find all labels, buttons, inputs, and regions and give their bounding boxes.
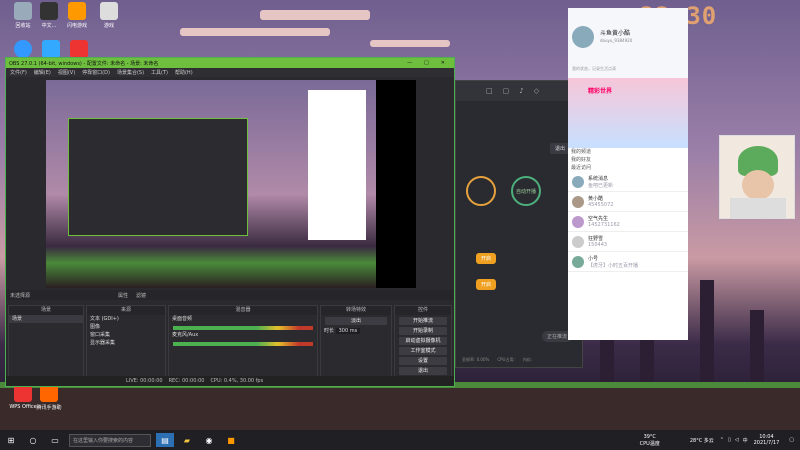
properties-button[interactable]: 属性 (118, 292, 128, 299)
source-item[interactable]: 图像 (87, 323, 165, 331)
menu-tools[interactable]: 工具(T) (151, 69, 168, 76)
drop-rate-stat: 丢帧率: 0.00% (462, 357, 490, 362)
duration-input[interactable]: 300 ms (335, 328, 361, 334)
studio-mode-button[interactable]: 工作室模式 (399, 347, 447, 355)
menu-help[interactable]: 帮助(H) (175, 69, 193, 76)
desktop: 22:30 回收站 中文... 闪电游戏 游戏 WPS Office 腾讯手游助… (0, 0, 800, 430)
cpu-stat: CPU占用: (497, 357, 515, 362)
scene-circle-b[interactable]: 自动开播 (511, 176, 541, 206)
app-icon[interactable]: ▤ (156, 433, 174, 447)
user-id: douyu_9384920 (600, 38, 633, 43)
share-icon[interactable]: ◇ (534, 87, 539, 95)
source-item[interactable]: 显示器采集 (87, 339, 165, 347)
transitions-panel: 转场特效 淡出 时长 300 ms (320, 305, 392, 379)
user-avatar[interactable] (572, 26, 594, 48)
notification-icon[interactable]: ▢ (789, 437, 794, 443)
scene-circle-a[interactable] (466, 176, 496, 206)
scene-item[interactable]: 场景 (9, 315, 83, 323)
menu-docks[interactable]: 停靠窗口(D) (82, 69, 110, 76)
taskbar-search-input[interactable]: 在这里输入你要搜索的内容 (69, 433, 151, 447)
cpu-temp: 39°C CPU温度 (639, 433, 660, 447)
volume-on-button[interactable]: 开启 (476, 253, 497, 264)
controls-panel: 控件 开始推流 开始录制 启动虚拟摄像机 工作室模式 设置 退出 (394, 305, 452, 379)
transition-select[interactable]: 淡出 (325, 317, 387, 325)
menu-view[interactable]: 视图(V) (58, 69, 75, 76)
sources-panel: 来源 文本 (GDI+) 图像 窗口采集 显示器采集 (86, 305, 166, 379)
volume-meter[interactable] (173, 326, 313, 330)
contact-item[interactable]: 小号 【虎牙】小时五百开播 (568, 252, 688, 272)
live-time: LIVE: 00:00:00 (126, 378, 163, 384)
ime-indicator[interactable]: 中 (743, 437, 748, 444)
obs-statusbar: LIVE: 00:00:00 REC: 00:00:00 CPU: 0.4%, … (6, 376, 454, 386)
windows-start-icon[interactable]: ⊞ (2, 433, 20, 447)
cortana-icon[interactable]: ○ (24, 433, 42, 447)
section-recent[interactable]: 最近访问 (568, 164, 688, 172)
scenes-panel: 场景 场景 (8, 305, 84, 379)
task-view-icon[interactable]: ▭ (46, 433, 64, 447)
exit-button[interactable]: 退出 (549, 143, 570, 154)
menu-file[interactable]: 文件(F) (10, 69, 27, 76)
mixer-track-name: 麦克风/Aux (172, 332, 199, 338)
mem-stat: 内存: (522, 357, 533, 362)
volume-icon[interactable]: ◁ (735, 437, 739, 443)
close-icon[interactable]: ✕ (435, 60, 451, 66)
cpu-fps: CPU: 0.4%, 30.00 fps (210, 378, 264, 384)
game-shortcut-icon[interactable]: 游戏 (88, 2, 130, 29)
game-taskbar-icon[interactable]: ■ (222, 433, 240, 447)
menu-scene-collection[interactable]: 场景集合(S) (117, 69, 144, 76)
virtual-camera-button[interactable]: 启动虚拟摄像机 (399, 337, 447, 345)
contact-item[interactable]: 狂野雪 150443 (568, 232, 688, 252)
contact-item[interactable]: 系统消息 鱼吧已更新 (568, 172, 688, 192)
section-channels[interactable]: 我的频道 (568, 148, 688, 156)
settings-button[interactable]: 设置 (399, 357, 447, 365)
weather-widget[interactable]: 28°C 多云 (690, 437, 714, 444)
mixer-track-name: 桌面音频 (172, 316, 193, 322)
obs-window: OBS 27.0.1 (64-bit, windows) - 配置文件: 未命名… (5, 57, 455, 387)
lock-icon[interactable]: ▢ (503, 87, 510, 95)
tray-chevron-icon[interactable]: ⌃ (720, 437, 724, 443)
streamer-tool-window: □ ▢ ♪ ◇ 退出 自动开播 开启 开启 正在推流 丢帧率: 0.00% CPU占用… (455, 80, 583, 368)
pixel-ground (0, 382, 800, 430)
maximize-icon[interactable]: □ (418, 60, 435, 66)
folder-icon[interactable]: ▰ (178, 433, 196, 447)
obs-titlebar[interactable]: OBS 27.0.1 (64-bit, windows) - 配置文件: 未命名… (6, 58, 454, 68)
start-recording-button[interactable]: 开始录制 (399, 327, 447, 335)
obs-taskbar-icon[interactable]: ◉ (200, 433, 218, 447)
volume-meter[interactable] (173, 342, 313, 346)
taskbar: ⊞ ○ ▭ 在这里输入你要搜索的内容 ▤ ▰ ◉ ■ 39°C CPU温度 28°… (0, 430, 800, 450)
source-item[interactable]: 窗口采集 (87, 331, 165, 339)
username: 斗鱼黄小酷 (600, 30, 631, 37)
status-text[interactable]: 我的状态，记录生活点滴 (572, 66, 616, 72)
chat-app-window: 斗鱼黄小酷 douyu_9384920 我的状态，记录生活点滴 精彩世界 我的频… (568, 8, 688, 340)
banner[interactable]: 精彩世界 (568, 78, 688, 148)
bell-icon[interactable]: ♪ (519, 87, 523, 95)
minimize-icon[interactable]: — (401, 60, 418, 66)
menu-edit[interactable]: 编辑(E) (34, 69, 51, 76)
no-source-label: 未选择源 (10, 292, 31, 299)
mixer-panel: 混音器 桌面音频 麦克风/Aux (168, 305, 318, 379)
obs-preview-canvas[interactable] (46, 80, 416, 288)
mic-on-button[interactable]: 开启 (476, 279, 497, 290)
network-icon[interactable]: ▯ (728, 437, 731, 443)
source-item[interactable]: 文本 (GDI+) (87, 315, 165, 323)
gift-icon[interactable]: □ (486, 87, 493, 95)
exit-obs-button[interactable]: 退出 (399, 367, 447, 375)
taskbar-clock[interactable]: 10:04 2021/7/17 (754, 434, 780, 446)
tencent-game-icon[interactable]: 腾讯手游助 (28, 384, 70, 411)
obs-menubar: 文件(F) 编辑(E) 视图(V) 停靠窗口(D) 场景集合(S) 工具(T) … (6, 68, 454, 77)
webcam-overlay (719, 135, 795, 219)
contact-item[interactable]: 空气先生 1452731162 (568, 212, 688, 232)
rec-time: REC: 00:00:00 (168, 378, 205, 384)
contact-item[interactable]: 黄小酷 45455072 (568, 192, 688, 212)
filters-button[interactable]: 滤镜 (136, 292, 146, 299)
start-streaming-button[interactable]: 开始推流 (399, 317, 447, 325)
section-friends[interactable]: 我的好友 (568, 156, 688, 164)
